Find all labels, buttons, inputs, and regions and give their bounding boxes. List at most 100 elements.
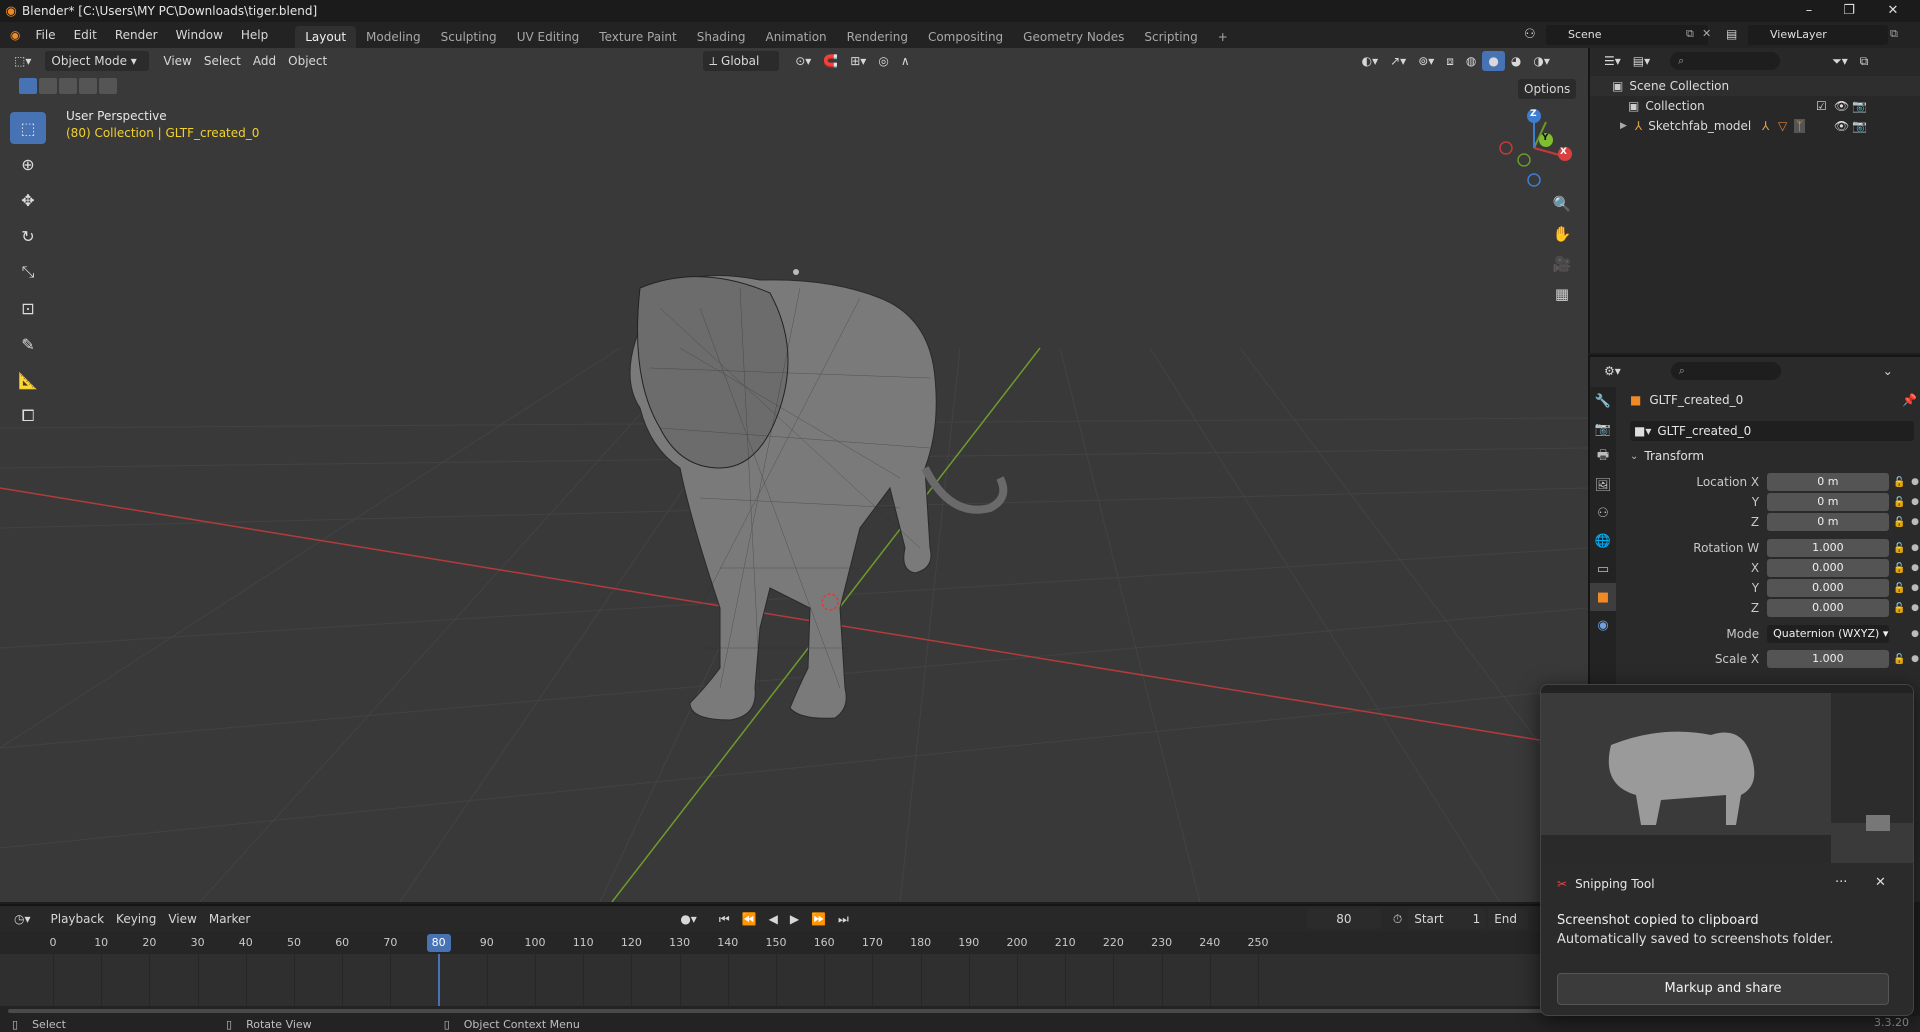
outliner-search-input[interactable]: ⌕: [1670, 52, 1781, 70]
viewlayer-new-icon[interactable]: ⧉: [1890, 27, 1898, 41]
select-subtract-icon[interactable]: [59, 78, 77, 94]
rotation-x-lock-icon[interactable]: 🔓: [1889, 563, 1911, 574]
tab-modeling[interactable]: Modeling: [356, 26, 431, 48]
viewport-menu-select[interactable]: Select: [198, 51, 247, 71]
object-mode-dropdown[interactable]: Object Mode ▾: [45, 51, 150, 71]
add-cube-tool-icon[interactable]: ⧠: [10, 400, 46, 432]
annotate-tool-icon[interactable]: ✎: [10, 328, 46, 360]
rotation-z-lock-icon[interactable]: 🔓: [1889, 603, 1911, 614]
location-z-lock-icon[interactable]: 🔓: [1889, 517, 1911, 528]
select-invert-icon[interactable]: [79, 78, 97, 94]
xray-icon[interactable]: ⧈: [1440, 51, 1460, 71]
select-intersect-icon[interactable]: [99, 78, 117, 94]
object-visibility-icon[interactable]: 👁: [1834, 119, 1849, 133]
rotation-w-field[interactable]: 1.000: [1767, 539, 1889, 557]
shading-rendered-icon[interactable]: ◑▾: [1527, 51, 1556, 71]
menu-window[interactable]: Window: [167, 22, 232, 48]
pivot-point-icon[interactable]: ⊙▾: [789, 51, 817, 71]
properties-options-icon[interactable]: ⌄: [1877, 361, 1899, 381]
datablock-browse-icon[interactable]: ■▾: [1634, 424, 1651, 438]
editor-type-icon[interactable]: ⬚▾: [8, 51, 37, 71]
timeline-scrollbar[interactable]: [0, 1006, 1588, 1016]
collection-visibility-icon[interactable]: 👁: [1834, 99, 1849, 113]
blender-menu-icon[interactable]: ◉: [0, 22, 26, 48]
viewport-menu-add[interactable]: Add: [247, 51, 282, 71]
rotation-x-field[interactable]: 0.000: [1767, 559, 1889, 577]
rotation-w-keyframe-icon[interactable]: ●: [1910, 543, 1920, 553]
scene-icon[interactable]: ⚇: [1524, 27, 1536, 42]
menu-file[interactable]: File: [26, 22, 64, 48]
timeline-menu-view[interactable]: View: [162, 909, 202, 929]
tab-rendering[interactable]: Rendering: [837, 26, 918, 48]
playhead-frame-label[interactable]: 80: [426, 934, 451, 952]
rotation-z-field[interactable]: 0.000: [1767, 599, 1889, 617]
timeline-menu-playback[interactable]: Playback: [45, 909, 111, 929]
jump-end-icon[interactable]: ⏭: [832, 909, 855, 929]
tab-scripting[interactable]: Scripting: [1134, 26, 1207, 48]
falloff-icon[interactable]: ∧: [895, 51, 916, 71]
tab-animation[interactable]: Animation: [755, 26, 836, 48]
properties-editor-type-icon[interactable]: ⚙▾: [1598, 361, 1627, 381]
menu-help[interactable]: Help: [232, 22, 277, 48]
rotation-y-field[interactable]: 0.000: [1767, 579, 1889, 597]
collection-exclude-checkbox[interactable]: ☑: [1816, 99, 1827, 113]
outliner-editor-type-icon[interactable]: ☰▾: [1598, 51, 1627, 71]
outliner-row-collection[interactable]: ▣ Collection ☑ 👁 📷: [1590, 96, 1920, 116]
rotation-w-lock-icon[interactable]: 🔓: [1889, 543, 1911, 554]
jump-start-icon[interactable]: ⏮: [713, 909, 736, 929]
location-z-field[interactable]: 0 m: [1767, 513, 1889, 531]
rotation-x-keyframe-icon[interactable]: ●: [1910, 563, 1920, 573]
maximize-button[interactable]: ❐: [1826, 0, 1872, 22]
tab-geometry-nodes[interactable]: Geometry Nodes: [1013, 26, 1134, 48]
rotate-tool-icon[interactable]: ↻: [10, 220, 46, 252]
rotation-mode-keyframe-icon[interactable]: ●: [1910, 629, 1920, 639]
timeline-menu-marker[interactable]: Marker: [203, 909, 256, 929]
pan-hand-icon[interactable]: ✋: [1548, 220, 1576, 248]
snap-icon[interactable]: 🧲: [817, 51, 844, 71]
location-z-keyframe-icon[interactable]: ●: [1910, 517, 1920, 527]
collection-render-icon[interactable]: 📷: [1852, 99, 1867, 113]
location-x-lock-icon[interactable]: 🔓: [1889, 477, 1911, 488]
move-tool-icon[interactable]: ✥: [10, 184, 46, 216]
shading-wireframe-icon[interactable]: ◍: [1460, 51, 1482, 71]
markup-and-share-button[interactable]: Markup and share: [1557, 973, 1889, 1005]
view-layer-tab-icon[interactable]: 🖼: [1590, 471, 1616, 499]
location-y-keyframe-icon[interactable]: ●: [1910, 497, 1920, 507]
proportional-edit-icon[interactable]: ◎: [872, 51, 894, 71]
close-window-button[interactable]: ✕: [1870, 0, 1916, 22]
play-reverse-icon[interactable]: ◀: [763, 909, 784, 929]
viewlayer-selector[interactable]: ViewLayer: [1748, 25, 1888, 45]
location-y-lock-icon[interactable]: 🔓: [1889, 497, 1911, 508]
transform-tool-icon[interactable]: ⊡: [10, 292, 46, 324]
rotation-mode-dropdown[interactable]: Quaternion (WXYZ) ▾: [1767, 625, 1889, 643]
location-x-field[interactable]: 0 m: [1767, 473, 1889, 491]
zoom-icon[interactable]: 🔍: [1548, 190, 1576, 218]
add-workspace-button[interactable]: +: [1208, 26, 1238, 48]
select-extend-icon[interactable]: [39, 78, 57, 94]
transform-panel-header[interactable]: ⌄ Transform: [1630, 449, 1704, 463]
scale-x-field[interactable]: 1.000: [1767, 650, 1889, 668]
screenshot-thumbnail[interactable]: [1541, 685, 1913, 863]
auto-keying-icon[interactable]: ●▾: [674, 909, 703, 929]
scene-close-icon[interactable]: ✕: [1702, 27, 1711, 40]
current-frame-field[interactable]: 80: [1306, 909, 1381, 929]
scene-new-icon[interactable]: ⧉: [1686, 27, 1694, 41]
output-tab-icon[interactable]: 🖶: [1590, 443, 1616, 471]
snipping-tool-notification[interactable]: ✂ Snipping Tool ··· ✕ Screenshot copied …: [1540, 684, 1914, 1016]
tab-sculpting[interactable]: Sculpting: [431, 26, 507, 48]
object-tab-icon[interactable]: ■: [1590, 583, 1616, 611]
timeline-scrollbar-thumb[interactable]: [8, 1009, 1548, 1013]
select-new-icon[interactable]: [19, 78, 37, 94]
transform-orientation-dropdown[interactable]: ⟂ Global: [703, 51, 780, 71]
outliner-new-collection-icon[interactable]: ⧉: [1854, 51, 1875, 71]
scene-selector[interactable]: Scene: [1546, 25, 1708, 45]
timeline-ruler[interactable]: 0 10 20 30 40 50 60 70 80 90 100 110 120 130 140 150 160…: [0, 932, 1588, 954]
rotation-y-keyframe-icon[interactable]: ●: [1910, 583, 1920, 593]
collection-tab-icon[interactable]: ▭: [1590, 555, 1616, 583]
render-tab-icon[interactable]: 📷: [1590, 415, 1616, 443]
rotation-z-keyframe-icon[interactable]: ●: [1910, 603, 1920, 613]
toast-close-button[interactable]: ✕: [1875, 875, 1886, 890]
3d-viewport[interactable]: X Y Z ⬚▾ Object Mode ▾ View Select Add O…: [0, 48, 1588, 902]
menu-edit[interactable]: Edit: [65, 22, 106, 48]
object-datablock-field[interactable]: ■▾ GLTF_created_0: [1630, 421, 1914, 441]
